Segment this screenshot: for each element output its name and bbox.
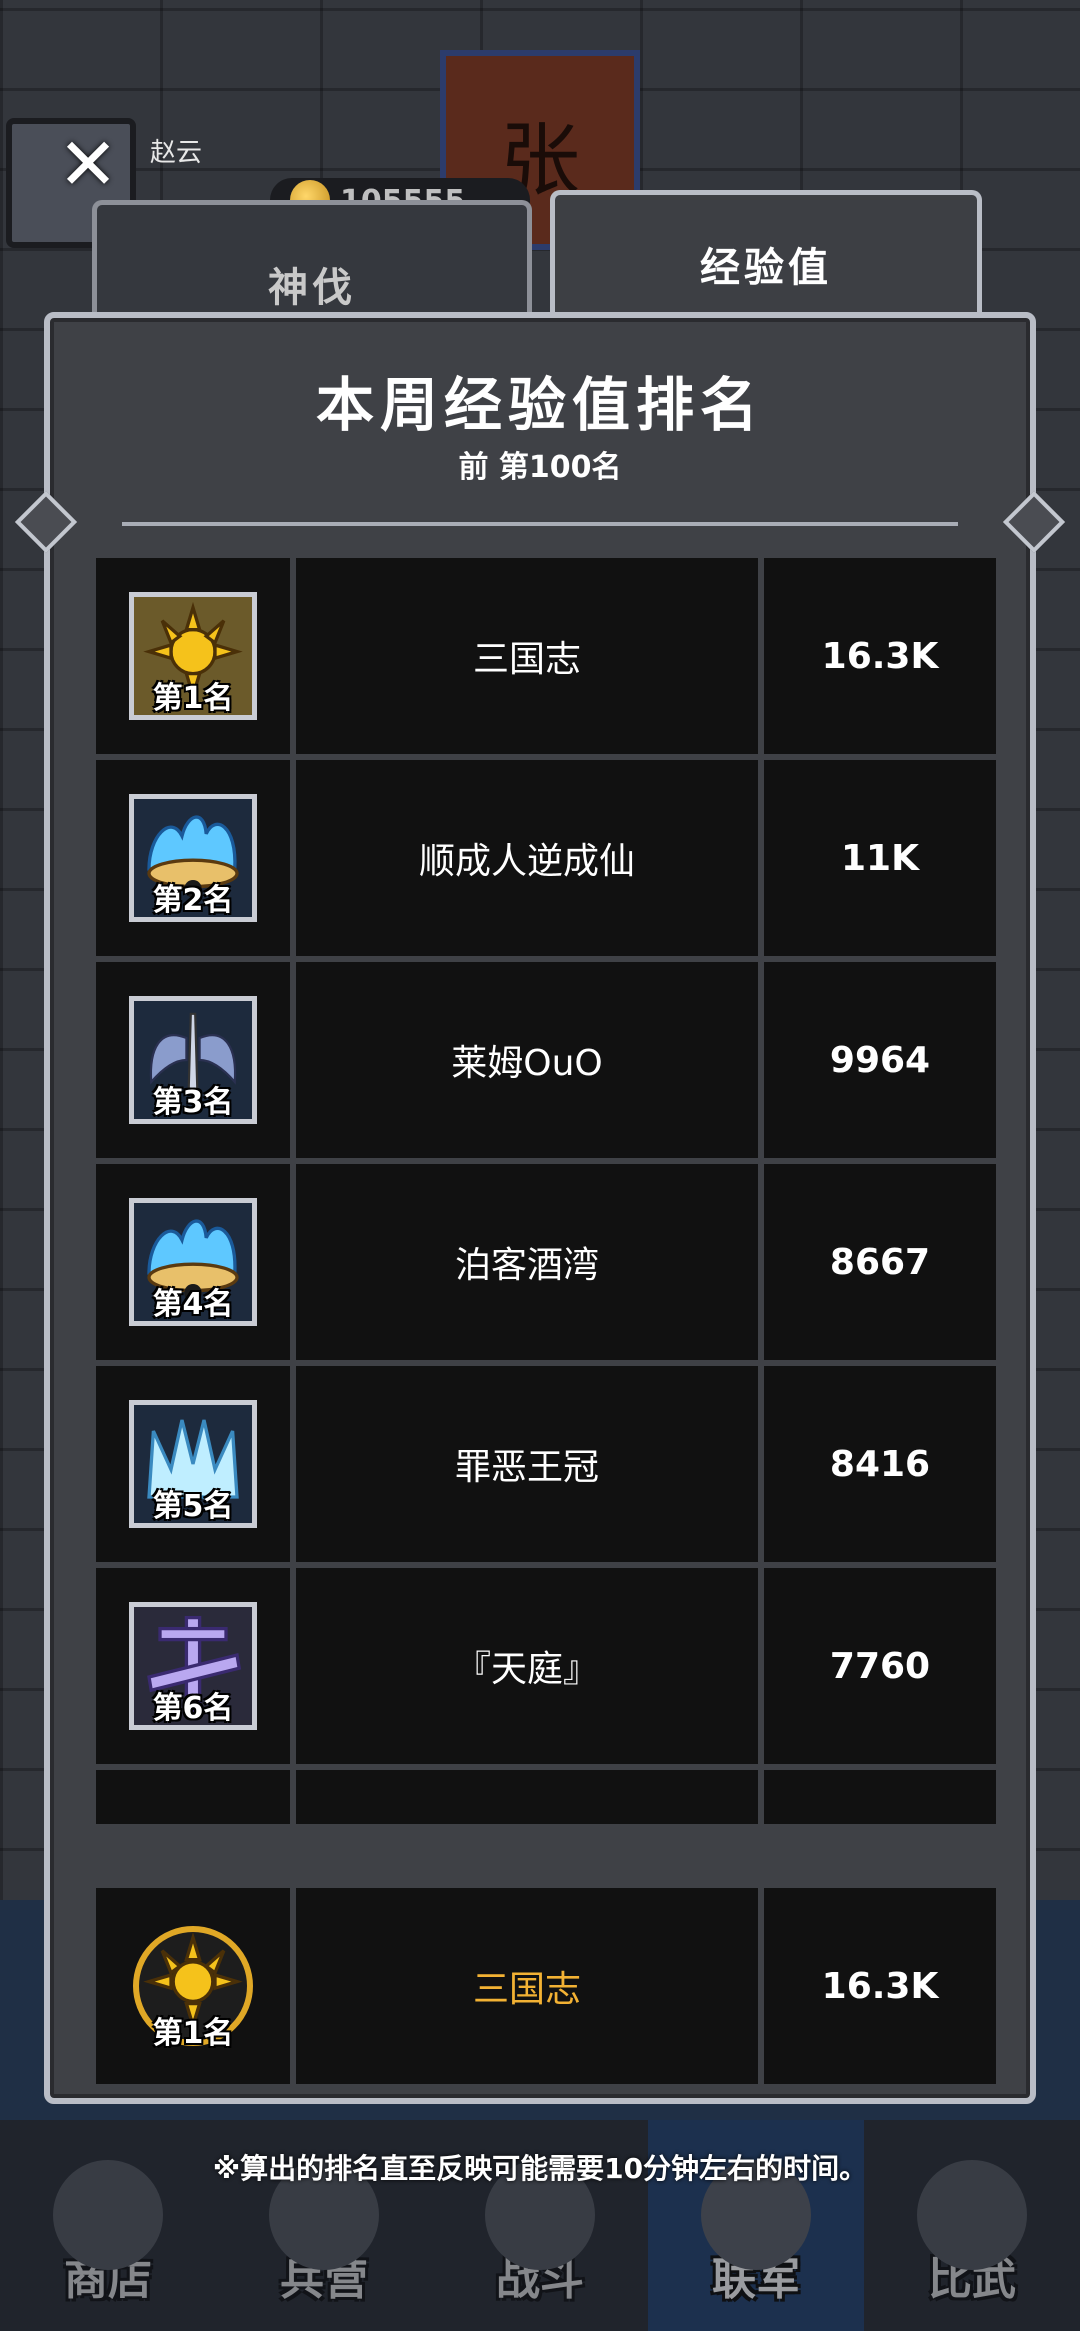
- player-score: 16.3K: [764, 1888, 996, 2084]
- rank-icon-cell: 第2名: [96, 760, 290, 956]
- panel-subtitle: 前 第100名: [458, 450, 622, 485]
- rank-icon-cell: 第6名: [96, 1568, 290, 1764]
- rank-label: 第5名: [152, 1489, 234, 1524]
- rank-icon-cell: [96, 1770, 290, 1824]
- rank-icon-cell: 第1名: [96, 558, 290, 754]
- ranking-panel: 本周经验值排名 前 第100名 第1名 三国志 16.3K 第2名 顺成人逆成仙: [14, 312, 1066, 2104]
- ranking-row[interactable]: 第6名 『天庭』 7760: [96, 1568, 996, 1764]
- rank-icon-cell: 第1名: [96, 1888, 290, 2084]
- player-score: 9964: [764, 962, 996, 1158]
- ranking-list[interactable]: 第1名 三国志 16.3K 第2名 顺成人逆成仙 11K 第3名 莱姆OuO 9…: [96, 558, 996, 1824]
- tab-label: 经验值: [700, 245, 832, 291]
- rank-icon-cell: 第4名: [96, 1164, 290, 1360]
- player-score: 8416: [764, 1366, 996, 1562]
- ranking-row[interactable]: 第3名 莱姆OuO 9964: [96, 962, 996, 1158]
- rank-label: 第3名: [152, 1085, 234, 1120]
- blue-flame-icon: 第4名: [129, 1198, 257, 1326]
- player-name: 罪恶王冠: [296, 1366, 758, 1562]
- rank-icon-cell: 第3名: [96, 962, 290, 1158]
- ranking-row[interactable]: 第2名 顺成人逆成仙 11K: [96, 760, 996, 956]
- sun-icon: 第1名: [129, 1922, 257, 2050]
- rank-label: 第6名: [152, 1691, 234, 1726]
- blue-flame-icon: 第2名: [129, 794, 257, 922]
- divider: [122, 522, 958, 526]
- player-name: 顺成人逆成仙: [296, 760, 758, 956]
- player-name: 『天庭』: [296, 1568, 758, 1764]
- ranking-row[interactable]: [96, 1770, 996, 1824]
- player-score: 11K: [764, 760, 996, 956]
- rank-label: 第1名: [152, 2016, 234, 2050]
- hero-name: 赵云: [150, 138, 203, 168]
- crossed-swords-icon: 第6名: [129, 1602, 257, 1730]
- player-score: 8667: [764, 1164, 996, 1360]
- close-button[interactable]: ✕: [48, 124, 128, 204]
- ice-crown-icon: 第5名: [129, 1400, 257, 1528]
- panel-title: 本周经验值排名: [315, 371, 764, 439]
- self-ranking-row[interactable]: 第1名 三国志 16.3K: [96, 1888, 996, 2084]
- player-score: 7760: [764, 1568, 996, 1764]
- player-score: [764, 1770, 996, 1824]
- sun-icon: 第1名: [129, 592, 257, 720]
- close-icon: ✕: [57, 122, 119, 206]
- player-name: [296, 1770, 758, 1824]
- player-name: 泊客酒湾: [296, 1164, 758, 1360]
- ranking-row[interactable]: 第4名 泊客酒湾 8667: [96, 1164, 996, 1360]
- ranking-row[interactable]: 第5名 罪恶王冠 8416: [96, 1366, 996, 1562]
- player-score: 16.3K: [764, 558, 996, 754]
- rank-label: 第4名: [152, 1287, 234, 1322]
- player-name: 三国志: [296, 1888, 758, 2084]
- rank-icon-cell: 第5名: [96, 1366, 290, 1562]
- player-name: 三国志: [296, 558, 758, 754]
- ranking-row[interactable]: 第1名 三国志 16.3K: [96, 558, 996, 754]
- winged-sword-icon: 第3名: [129, 996, 257, 1124]
- rank-label: 第2名: [152, 883, 234, 918]
- rank-label: 第1名: [152, 681, 234, 716]
- player-name: 莱姆OuO: [296, 962, 758, 1158]
- ranking-note: ※算出的排名直至反映可能需要10分钟左右的时间。: [212, 2152, 868, 2185]
- tab-experience[interactable]: 经验值: [550, 190, 982, 330]
